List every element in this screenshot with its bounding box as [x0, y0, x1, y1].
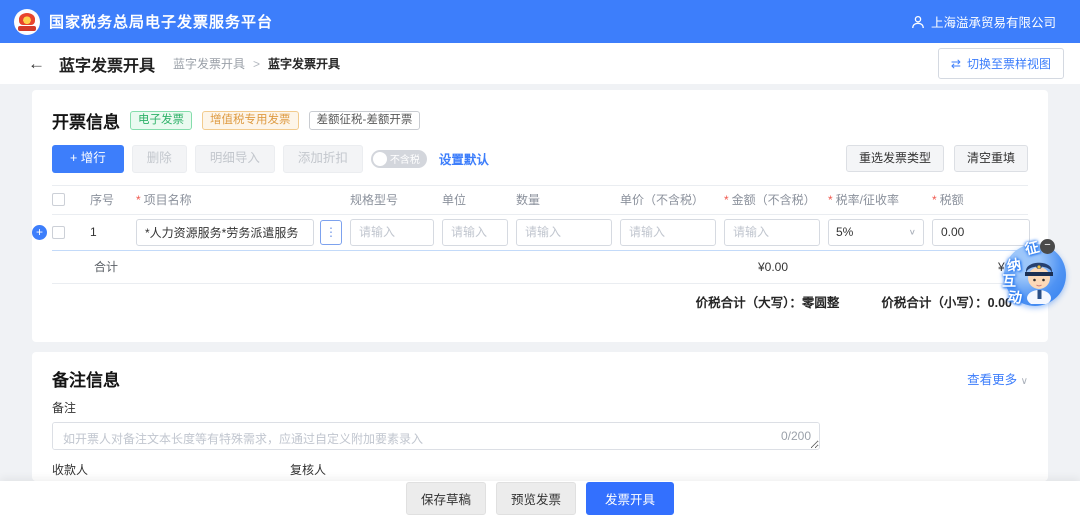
app-title: 国家税务总局电子发票服务平台 [49, 11, 273, 32]
required-mark: * [932, 193, 937, 207]
add-discount-button[interactable]: 添加折扣 [283, 145, 363, 173]
row-checkbox[interactable] [52, 226, 65, 239]
unit-price-input[interactable] [620, 219, 716, 246]
chevron-down-icon: ∨ [1021, 376, 1028, 387]
tag-differential-tax: 差额征税-差额开票 [309, 111, 421, 131]
sum-in-words: 价税合计（大写）：零圆整 [696, 292, 840, 311]
tax-rate-select[interactable]: 5% ∨ [828, 219, 924, 246]
reviewer-label: 复核人 [290, 461, 512, 478]
remark-textarea[interactable] [52, 422, 820, 450]
footer-action-bar: 保存草稿 预览发票 发票开具 [0, 481, 1080, 516]
total-amount-value: ¥0.00 [758, 260, 788, 274]
company-name: 上海溢承贸易有限公司 [931, 12, 1056, 31]
col-header-quantity: 数量 [516, 191, 612, 208]
account-menu[interactable]: 上海溢承贸易有限公司 [911, 12, 1056, 31]
view-more-link[interactable]: 查看更多 ∨ [967, 369, 1028, 388]
total-label: 合计 [94, 258, 118, 275]
invoice-items-table: 序号 *项目名称 规格型号 单位 数量 单价（不含税） *金额（不含税） *税率… [52, 185, 1028, 320]
required-mark: * [828, 193, 833, 207]
quantity-input[interactable] [516, 219, 612, 246]
col-header-index: 序号 [90, 191, 128, 208]
tax-assistant-widget[interactable]: 征 纳 互 动 [1001, 244, 1065, 314]
col-header-item-name: *项目名称 [136, 191, 342, 208]
toggle-label: 不含税 [390, 151, 420, 166]
amount-input[interactable] [724, 219, 820, 246]
char-counter: 0/200 [781, 429, 811, 443]
tax-bureau-logo-icon [14, 9, 40, 35]
invoice-info-card: 开票信息 电子发票 增值税专用发票 差额征税-差额开票 + 增行 删除 明细导入… [32, 90, 1048, 342]
tag-vat-special-invoice: 增值税专用发票 [202, 111, 299, 131]
page-title: 蓝字发票开具 [59, 52, 155, 76]
toggle-knob [373, 152, 387, 166]
total-row: 合计 ¥0.00 ¥0.00 [52, 251, 1028, 284]
switch-view-label: 切换至票样视图 [967, 55, 1051, 72]
breadcrumb-separator: > [253, 57, 260, 71]
tax-rate-value: 5% [836, 225, 853, 239]
more-options-icon[interactable]: ⋮ [320, 220, 342, 245]
row-index: 1 [90, 225, 128, 239]
delete-row-button[interactable]: 删除 [132, 145, 187, 173]
invoice-section-title: 开票信息 [52, 108, 120, 133]
reselect-invoice-type-button[interactable]: 重选发票类型 [846, 145, 944, 172]
add-row-button[interactable]: + 增行 [52, 145, 124, 173]
remark-info-card: 备注信息 查看更多 ∨ 备注 0/200 收款人 复核人 [32, 352, 1048, 481]
col-header-tax-rate: *税率/征收率 [828, 191, 924, 208]
switch-view-button[interactable]: ⇄ 切换至票样视图 [938, 48, 1064, 79]
collapse-widget-button[interactable]: − [1040, 239, 1055, 254]
col-header-unit: 单位 [442, 191, 508, 208]
detail-import-button[interactable]: 明细导入 [195, 145, 275, 173]
col-header-amount: *金额（不含税） [724, 191, 820, 208]
remark-label: 备注 [52, 399, 1028, 416]
unit-input[interactable] [442, 219, 508, 246]
insert-row-icon[interactable]: + [32, 225, 47, 240]
breadcrumb: 蓝字发票开具 > 蓝字发票开具 [173, 55, 340, 72]
table-row: + 1 ⋮ 5% ∨ [52, 215, 1028, 251]
col-header-tax-amount: *税额 [932, 191, 1030, 208]
tax-officer-cartoon-icon [1018, 252, 1058, 304]
save-draft-button[interactable]: 保存草稿 [406, 482, 486, 515]
select-all-checkbox[interactable] [52, 193, 65, 206]
col-header-unit-price: 单价（不含税） [620, 191, 716, 208]
tag-electronic-invoice: 电子发票 [130, 111, 192, 131]
sum-in-figures: 价税合计（小写）：0.00 [881, 292, 1012, 311]
add-row-label: 增行 [81, 151, 106, 165]
clear-reset-button[interactable]: 清空重填 [954, 145, 1028, 172]
user-icon [911, 15, 925, 29]
sub-header: ← 蓝字发票开具 蓝字发票开具 > 蓝字发票开具 ⇄ 切换至票样视图 [0, 43, 1080, 84]
issue-invoice-button[interactable]: 发票开具 [586, 482, 674, 515]
payee-label: 收款人 [52, 461, 274, 478]
sum-row: 价税合计（大写）：零圆整 价税合计（小写）：0.00 [52, 284, 1028, 320]
total-tax-value: ¥0.00 [788, 260, 1028, 274]
tax-amount-input[interactable] [932, 219, 1030, 246]
table-header-row: 序号 *项目名称 规格型号 单位 数量 单价（不含税） *金额（不含税） *税率… [52, 185, 1028, 215]
back-arrow-icon[interactable]: ← [28, 54, 45, 74]
breadcrumb-item[interactable]: 蓝字发票开具 [173, 55, 245, 72]
breadcrumb-current: 蓝字发票开具 [268, 55, 340, 72]
col-header-spec: 规格型号 [350, 191, 434, 208]
swap-arrows-icon: ⇄ [951, 57, 961, 71]
remark-section-title: 备注信息 [52, 366, 120, 391]
app-header: 国家税务总局电子发票服务平台 上海溢承贸易有限公司 [0, 0, 1080, 43]
spec-input[interactable] [350, 219, 434, 246]
item-name-input[interactable] [136, 219, 314, 246]
assistant-char: 动 [1007, 286, 1024, 308]
chevron-down-icon: ∨ [909, 228, 916, 237]
tax-excluded-toggle[interactable]: 不含税 [371, 150, 427, 168]
plus-icon: + [70, 151, 81, 165]
table-toolbar: + 增行 删除 明细导入 添加折扣 不含税 设置默认 重选发票类型 清空重填 [52, 145, 1028, 173]
required-mark: * [724, 193, 729, 207]
required-mark: * [136, 193, 141, 207]
preview-invoice-button[interactable]: 预览发票 [496, 482, 576, 515]
set-default-link[interactable]: 设置默认 [439, 149, 489, 168]
